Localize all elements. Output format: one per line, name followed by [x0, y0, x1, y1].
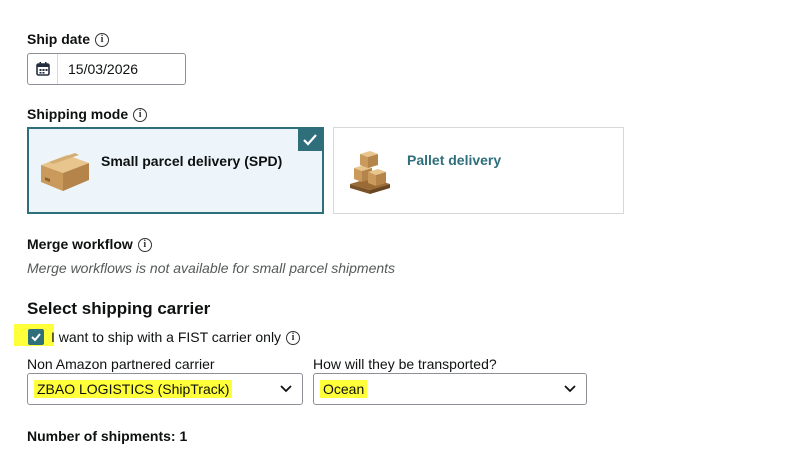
parcel-box-icon: [39, 151, 91, 198]
pallet-icon: [346, 146, 394, 201]
non-partnered-carrier-select[interactable]: ZBAO LOGISTICS (ShipTrack): [27, 373, 303, 405]
merge-workflow-note: Merge workflows is not available for sma…: [27, 260, 396, 276]
merge-workflow-label-row: Merge workflow i: [27, 236, 152, 254]
ship-date-label-row: Ship date i: [27, 31, 110, 49]
shipping-mode-label: Shipping mode: [27, 106, 129, 122]
fist-checkbox-label[interactable]: I want to ship with a FIST carrier only: [51, 329, 281, 345]
chevron-down-icon: [280, 385, 292, 393]
non-partnered-carrier-label: Non Amazon partnered carrier: [27, 356, 215, 372]
info-icon[interactable]: i: [286, 331, 301, 346]
transport-selected-value: Ocean: [320, 380, 368, 398]
fist-checkbox-label-row[interactable]: I want to ship with a FIST carrier only i: [51, 329, 301, 346]
transport-mode-label: How will they be transported?: [313, 356, 497, 372]
info-icon[interactable]: i: [137, 237, 152, 252]
carrier-selected-value: ZBAO LOGISTICS (ShipTrack): [34, 380, 233, 398]
spd-option-card[interactable]: Small parcel delivery (SPD): [27, 127, 324, 214]
carrier-section-title: Select shipping carrier: [27, 299, 211, 318]
ship-date-field[interactable]: 15/03/2026: [27, 53, 186, 85]
ship-date-label: Ship date: [27, 31, 91, 47]
ship-date-value: 15/03/2026: [68, 61, 139, 77]
spd-option-label: Small parcel delivery (SPD): [101, 153, 283, 169]
chevron-down-icon: [564, 385, 576, 393]
selected-check-icon: [298, 129, 322, 151]
calendar-icon[interactable]: [28, 54, 58, 84]
info-icon[interactable]: i: [133, 107, 148, 122]
merge-workflow-label: Merge workflow: [27, 236, 133, 252]
transport-mode-select[interactable]: Ocean: [313, 373, 587, 405]
info-icon[interactable]: i: [95, 32, 110, 47]
shipping-mode-label-row: Shipping mode i: [27, 106, 148, 124]
number-of-shipments: Number of shipments: 1: [27, 428, 188, 444]
pallet-option-label: Pallet delivery: [407, 152, 502, 168]
pallet-option-card[interactable]: Pallet delivery: [333, 127, 624, 214]
fist-carrier-checkbox[interactable]: [28, 329, 44, 345]
